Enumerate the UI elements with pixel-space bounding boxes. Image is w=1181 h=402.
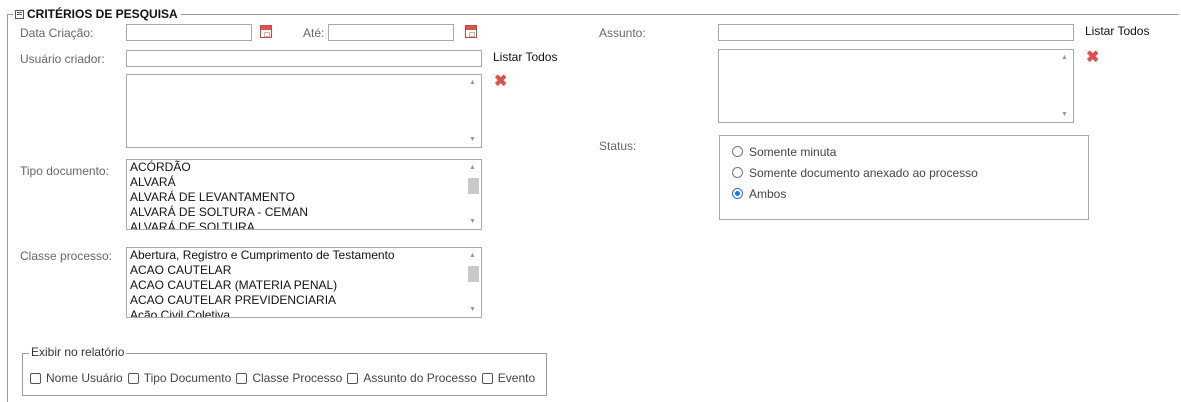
- scroll-up-icon[interactable]: ▲: [1061, 54, 1068, 61]
- checkbox[interactable]: [30, 372, 41, 384]
- scroll-down-icon[interactable]: ▼: [469, 306, 476, 313]
- collapse-icon[interactable]: [15, 9, 24, 19]
- radio-label: Somente minuta: [749, 144, 837, 159]
- list-item[interactable]: ALVARÁ: [127, 175, 481, 190]
- data-criacao-label: Data Criação:: [20, 26, 94, 40]
- checkbox[interactable]: [347, 372, 359, 384]
- classe-processo-listbox[interactable]: Abertura, Registro e Cumprimento de Test…: [126, 247, 482, 318]
- exibir-tipo-documento[interactable]: Tipo Documento: [127, 371, 232, 385]
- checkbox[interactable]: [236, 372, 248, 384]
- list-item[interactable]: Ação Civil Coletiva: [127, 308, 481, 317]
- radio-label: Ambos: [749, 186, 787, 201]
- checkbox[interactable]: [481, 372, 493, 384]
- scroll-up-icon[interactable]: ▲: [469, 164, 476, 171]
- scroll-down-icon[interactable]: ▼: [469, 136, 476, 143]
- fieldset-border: [7, 14, 1179, 15]
- list-item[interactable]: ACAO CAUTELAR: [127, 263, 481, 278]
- usuario-criador-label: Usuário criador:: [20, 52, 105, 66]
- data-criacao-from-input[interactable]: [126, 24, 252, 41]
- classe-processo-label: Classe processo:: [20, 249, 113, 263]
- exibir-assunto-processo[interactable]: Assunto do Processo: [347, 371, 477, 385]
- usuario-selected-list[interactable]: ▲ ▼: [126, 74, 482, 148]
- scrollbar[interactable]: ▲ ▼: [465, 75, 481, 147]
- assunto-selected-list[interactable]: ▲ ▼: [718, 49, 1074, 123]
- checkbox-label: Nome Usuário: [46, 371, 123, 385]
- checkbox-label: Tipo Documento: [143, 371, 232, 385]
- list-item[interactable]: ACAO CAUTELAR PREVIDENCIARIA: [127, 293, 481, 308]
- status-option-somente-minuta[interactable]: Somente minuta: [732, 141, 1088, 162]
- exibir-evento[interactable]: Evento: [481, 371, 536, 385]
- usuario-criador-input[interactable]: [126, 50, 482, 67]
- calendar-icon[interactable]: [260, 25, 272, 38]
- radio-button-selected[interactable]: [732, 188, 743, 199]
- calendar-icon[interactable]: [465, 25, 477, 38]
- exibir-nome-usuario[interactable]: Nome Usuário: [30, 371, 123, 385]
- tipo-documento-listbox[interactable]: ACÓRDÃO ALVARÁ ALVARÁ DE LEVANTAMENTO AL…: [126, 159, 482, 230]
- radio-button[interactable]: [732, 146, 743, 157]
- data-criacao-to-input[interactable]: [328, 24, 454, 41]
- exibir-classe-processo[interactable]: Classe Processo: [236, 371, 342, 385]
- fieldset-title: CRITÉRIOS DE PESQUISA: [27, 7, 178, 21]
- assunto-input[interactable]: [718, 24, 1074, 41]
- exibir-options: Nome Usuário Tipo Documento Classe Proce…: [30, 371, 540, 385]
- fieldset-legend[interactable]: CRITÉRIOS DE PESQUISA: [13, 7, 181, 21]
- scrollbar[interactable]: ▲ ▼: [465, 248, 481, 317]
- remove-assunto-icon[interactable]: ✖: [1086, 50, 1099, 66]
- fieldset-border-left: [7, 14, 8, 402]
- status-label: Status:: [599, 139, 637, 153]
- list-item[interactable]: Abertura, Registro e Cumprimento de Test…: [127, 248, 481, 263]
- checkbox-label: Classe Processo: [252, 371, 343, 385]
- status-option-somente-documento[interactable]: Somente documento anexado ao processo: [732, 162, 1088, 183]
- radio-button[interactable]: [732, 167, 743, 178]
- assunto-label: Assunto:: [599, 26, 646, 40]
- scroll-thumb[interactable]: [468, 266, 479, 282]
- checkbox-label: Evento: [497, 371, 536, 385]
- scroll-up-icon[interactable]: ▲: [469, 79, 476, 86]
- list-item[interactable]: ACÓRDÃO: [127, 160, 481, 175]
- remove-usuario-icon[interactable]: ✖: [494, 74, 507, 90]
- scroll-down-icon[interactable]: ▼: [469, 218, 476, 225]
- status-option-ambos[interactable]: Ambos: [732, 183, 1088, 204]
- scrollbar[interactable]: ▲ ▼: [1057, 50, 1073, 122]
- scroll-thumb[interactable]: [468, 178, 479, 194]
- tipo-documento-label: Tipo documento:: [20, 164, 109, 178]
- radio-label: Somente documento anexado ao processo: [749, 165, 978, 180]
- list-item[interactable]: ALVARÁ DE SOLTURA: [127, 220, 481, 229]
- checkbox[interactable]: [127, 372, 139, 384]
- assunto-listar-todos-link[interactable]: Listar Todos: [1085, 24, 1149, 38]
- checkbox-label: Assunto do Processo: [363, 371, 477, 385]
- ate-label: Até:: [303, 26, 325, 40]
- scroll-up-icon[interactable]: ▲: [469, 252, 476, 259]
- list-item[interactable]: ACAO CAUTELAR (MATERIA PENAL): [127, 278, 481, 293]
- scroll-down-icon[interactable]: ▼: [1061, 111, 1068, 118]
- list-item[interactable]: ALVARÁ DE LEVANTAMENTO: [127, 190, 481, 205]
- exibir-legend: Exibir no relatório: [29, 345, 127, 359]
- list-item[interactable]: ALVARÁ DE SOLTURA - CEMAN: [127, 205, 481, 220]
- scrollbar[interactable]: ▲ ▼: [465, 160, 481, 229]
- status-radio-group: Somente minuta Somente documento anexado…: [719, 135, 1089, 220]
- usuario-listar-todos-link[interactable]: Listar Todos: [493, 50, 557, 64]
